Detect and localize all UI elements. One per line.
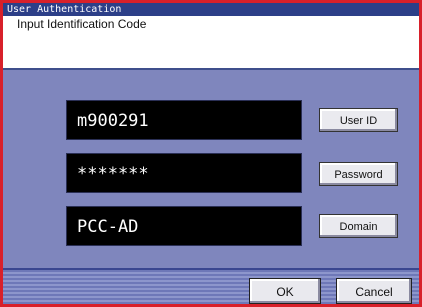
input-panel: m900291 User ID ******* Password PCC-AD …: [3, 70, 419, 268]
footer-bar: OK Cancel: [3, 268, 419, 304]
domain-button[interactable]: Domain: [319, 214, 398, 238]
instruction-text: Input Identification Code: [17, 17, 147, 31]
window-title: User Authentication: [3, 3, 419, 16]
password-button[interactable]: Password: [319, 162, 398, 186]
authentication-screen: User Authentication Input Identification…: [3, 3, 419, 304]
header-area: Input Identification Code: [3, 16, 419, 70]
user-id-field[interactable]: m900291: [66, 100, 302, 140]
ok-button[interactable]: OK: [249, 278, 321, 304]
domain-field[interactable]: PCC-AD: [66, 206, 302, 246]
user-id-button[interactable]: User ID: [319, 108, 398, 132]
cancel-button[interactable]: Cancel: [336, 278, 412, 304]
password-field[interactable]: *******: [66, 153, 302, 193]
